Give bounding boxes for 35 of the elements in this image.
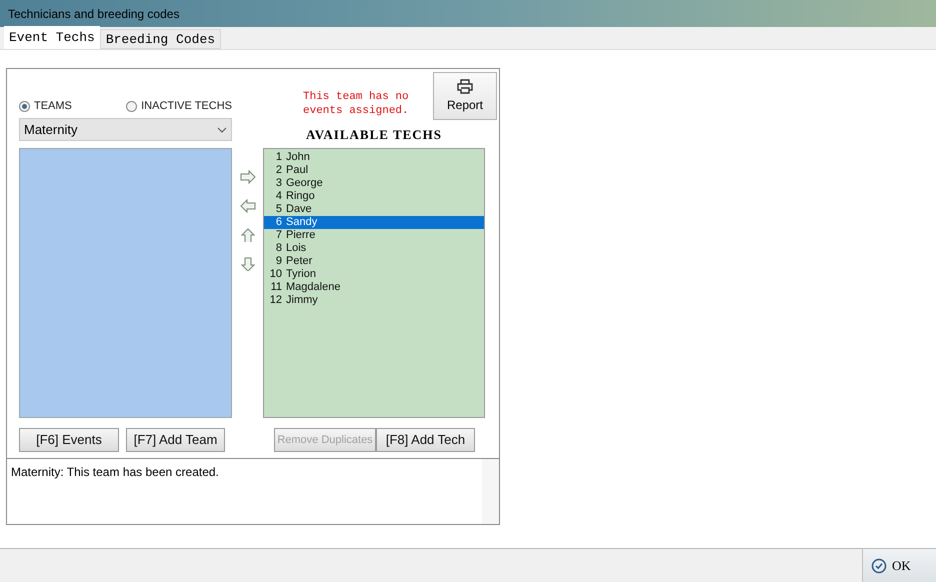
printer-icon: [457, 78, 473, 94]
radio-option[interactable]: INACTIVE TECHS: [126, 98, 232, 114]
action-button[interactable]: [F7] Add Team: [126, 428, 225, 452]
team-dropdown[interactable]: Maternity: [19, 118, 232, 141]
tech-list-item[interactable]: 4 Ringo: [264, 190, 484, 204]
chevron-down-icon: [217, 126, 227, 132]
arrow-left-icon[interactable]: [240, 199, 256, 213]
arrow-down-icon[interactable]: [240, 257, 256, 271]
tech-list-item[interactable]: 12 Jimmy: [264, 294, 484, 308]
tab[interactable]: Breeding Codes: [100, 29, 222, 49]
arrow-up-icon[interactable]: [240, 228, 256, 242]
radio-option[interactable]: TEAMS: [19, 98, 72, 114]
ok-button[interactable]: OK: [862, 549, 936, 582]
tech-list-item[interactable]: 11 Magdalene: [264, 281, 484, 294]
tech-list-item[interactable]: 1 John: [264, 151, 484, 164]
tech-list-item[interactable]: 3 George: [264, 177, 484, 190]
log-text-area[interactable]: Maternity: This team has been created.: [7, 458, 499, 524]
log-text: Maternity: This team has been created.: [10, 464, 219, 481]
tab[interactable]: Event Techs: [4, 26, 100, 49]
notice-text: This team has no events assigned.: [303, 90, 410, 119]
action-button[interactable]: [F8] Add Tech: [376, 428, 475, 452]
available-techs-list[interactable]: 1 John 2 Paul 3 George 4 Ringo 5 Dave 6 Sandy 7 Pierre 8 Lois 9 Peter 10 Tyrion 11 Magdalene 12 Jimmy: [263, 148, 485, 418]
tech-list-item[interactable]: 8 Lois: [264, 242, 484, 256]
tech-list-item[interactable]: 10 Tyrion: [264, 268, 484, 282]
tech-list-item[interactable]: 2 Paul: [264, 164, 484, 178]
arrow-right-icon[interactable]: [240, 170, 256, 184]
tech-list-item[interactable]: 7 Pierre: [264, 229, 484, 242]
tech-list-item[interactable]: 5 Dave: [264, 203, 484, 216]
available-techs-heading: AVAILABLE TECHS: [304, 126, 444, 144]
action-button[interactable]: [F6] Events: [19, 428, 119, 452]
window-title: Technicians and breeding codes: [8, 6, 180, 22]
tech-list-item[interactable]: 6 Sandy: [264, 216, 484, 230]
tech-list-item[interactable]: 9 Peter: [264, 255, 484, 268]
check-circle-icon: [871, 558, 887, 574]
report-button[interactable]: Report: [433, 72, 497, 120]
